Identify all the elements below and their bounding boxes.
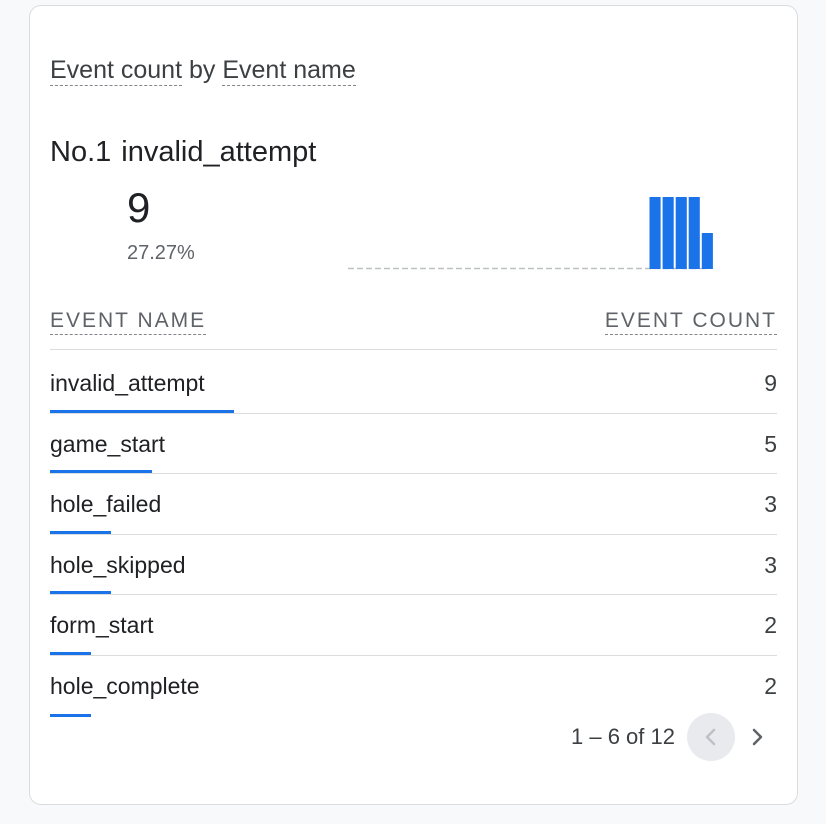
table-row: hole_skipped 3	[50, 535, 777, 596]
sparkline-bar	[649, 197, 661, 269]
column-header-event-count[interactable]: EVENT COUNT	[604, 309, 777, 335]
row-event-count: 3	[764, 491, 777, 518]
sparkline-bar	[701, 233, 713, 269]
row-share-bar	[50, 470, 152, 474]
dimension-label[interactable]: Event name	[222, 56, 356, 86]
row-share-bar	[50, 530, 111, 534]
table-body: invalid_attempt 9 game_start 5 hole_fail…	[50, 353, 777, 717]
sparkline-bar	[675, 197, 687, 269]
column-header-event-name[interactable]: EVENT NAME	[50, 309, 207, 335]
top-item-heading: No.1 invalid_attempt	[50, 136, 316, 169]
table-row: game_start 5	[50, 414, 777, 475]
top-item-sparkline	[348, 197, 713, 270]
row-event-name: hole_skipped	[50, 551, 186, 578]
row-share-bar	[50, 591, 111, 595]
next-page-button[interactable]	[737, 713, 777, 761]
top-item-percent: 27.27%	[127, 242, 195, 264]
table-row: form_start 2	[50, 595, 777, 656]
row-event-count: 3	[764, 551, 777, 578]
metric-label[interactable]: Event count	[50, 56, 183, 86]
row-share-bar	[50, 713, 91, 717]
previous-page-button[interactable]	[687, 713, 735, 761]
row-event-count: 5	[764, 430, 777, 457]
row-event-name: hole_complete	[50, 672, 200, 699]
top-item-rank: No.1	[50, 136, 112, 168]
chevron-left-icon	[705, 728, 716, 746]
row-share-bar	[50, 651, 91, 655]
row-event-name: invalid_attempt	[50, 370, 205, 396]
row-share-bar	[50, 409, 234, 413]
pagination-range: 1 – 6 of 12	[571, 724, 675, 749]
top-item-name: invalid_attempt	[121, 136, 317, 168]
table-header: EVENT NAME EVENT COUNT	[50, 305, 777, 350]
row-event-name: hole_failed	[50, 491, 162, 518]
table-row: hole_failed 3	[50, 474, 777, 535]
title-by: by	[188, 56, 216, 84]
card-title: Event count by Event name	[50, 56, 356, 86]
row-event-name: game_start	[50, 430, 166, 457]
chevron-right-icon	[752, 728, 763, 746]
top-item-value: 9	[127, 184, 151, 231]
row-event-count: 2	[764, 672, 777, 699]
row-event-count: 2	[764, 612, 777, 639]
sparkline-bar	[688, 197, 700, 269]
pagination: 1 – 6 of 12	[571, 712, 777, 762]
row-event-count: 9	[764, 370, 777, 396]
sparkline-bar	[662, 197, 674, 269]
table-row: hole_complete 2	[50, 656, 777, 717]
row-event-name: form_start	[50, 612, 154, 639]
table-row: invalid_attempt 9	[50, 353, 777, 414]
